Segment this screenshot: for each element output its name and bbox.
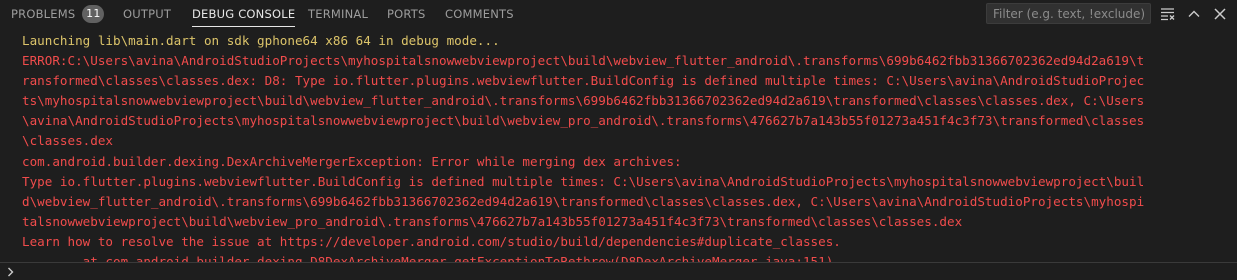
console-line-error: Type io.flutter.plugins.webviewflutter.B… bbox=[22, 173, 1145, 189]
console-line-error: ERROR:C:\Users\avina\AndroidStudioProjec… bbox=[22, 53, 1145, 69]
console-line-error: ts\myhospitalsnowwebviewproject\build\we… bbox=[22, 93, 1145, 109]
debug-console-panel: PROBLEMS 11 OUTPUT DEBUG CONSOLE TERMINA… bbox=[0, 0, 1237, 280]
tab-output[interactable]: OUTPUT bbox=[123, 0, 171, 28]
console-line-error: \classes.dex bbox=[22, 133, 113, 149]
console-line-error: d\webview_flutter_android\.transforms\69… bbox=[22, 193, 1145, 209]
console-line-launch: Launching lib\main.dart on sdk gphone64 … bbox=[22, 33, 500, 48]
tab-terminal-label: TERMINAL bbox=[308, 7, 369, 21]
console-line-error: ransformed\classes\classes.dex: D8: Type… bbox=[22, 73, 1145, 89]
tab-debug-console-label: DEBUG CONSOLE bbox=[192, 7, 296, 21]
tab-terminal[interactable]: TERMINAL bbox=[308, 0, 368, 28]
console-output[interactable]: Launching lib\main.dart on sdk gphone64 … bbox=[22, 31, 1228, 262]
tab-comments-label: COMMENTS bbox=[445, 7, 514, 21]
tab-problems[interactable]: PROBLEMS 11 bbox=[11, 0, 105, 28]
chevron-right-icon bbox=[8, 267, 14, 277]
tab-debug-console[interactable]: DEBUG CONSOLE bbox=[192, 0, 296, 28]
tab-comments[interactable]: COMMENTS bbox=[445, 0, 514, 28]
problems-count-badge: 11 bbox=[82, 5, 105, 23]
tab-ports-label: PORTS bbox=[387, 7, 426, 21]
console-line-stacktrace: at com.android.builder.dexing.D8DexArchi… bbox=[22, 254, 834, 262]
maximize-panel-button[interactable] bbox=[1184, 4, 1204, 24]
console-line-error: Learn how to resolve the issue at https:… bbox=[22, 233, 841, 249]
console-input-row[interactable] bbox=[0, 262, 1237, 280]
console-line-error: talsnowwebviewproject\build\webview_pro_… bbox=[22, 213, 963, 229]
console-line-error: \avina\AndroidStudioProjects\myhospitals… bbox=[22, 113, 1145, 129]
tab-ports[interactable]: PORTS bbox=[387, 0, 425, 28]
close-icon bbox=[1214, 8, 1226, 20]
clear-console-button[interactable] bbox=[1158, 4, 1178, 24]
console-line-error: com.android.builder.dexing.DexArchiveMer… bbox=[22, 153, 682, 169]
tab-problems-label: PROBLEMS bbox=[11, 7, 76, 21]
close-panel-button[interactable] bbox=[1210, 4, 1230, 24]
console-filter-input[interactable] bbox=[986, 3, 1151, 24]
panel-tab-bar: PROBLEMS 11 OUTPUT DEBUG CONSOLE TERMINA… bbox=[0, 0, 1237, 28]
chevron-up-icon bbox=[1188, 10, 1200, 17]
tab-output-label: OUTPUT bbox=[123, 7, 172, 21]
clear-all-icon bbox=[1161, 8, 1175, 21]
